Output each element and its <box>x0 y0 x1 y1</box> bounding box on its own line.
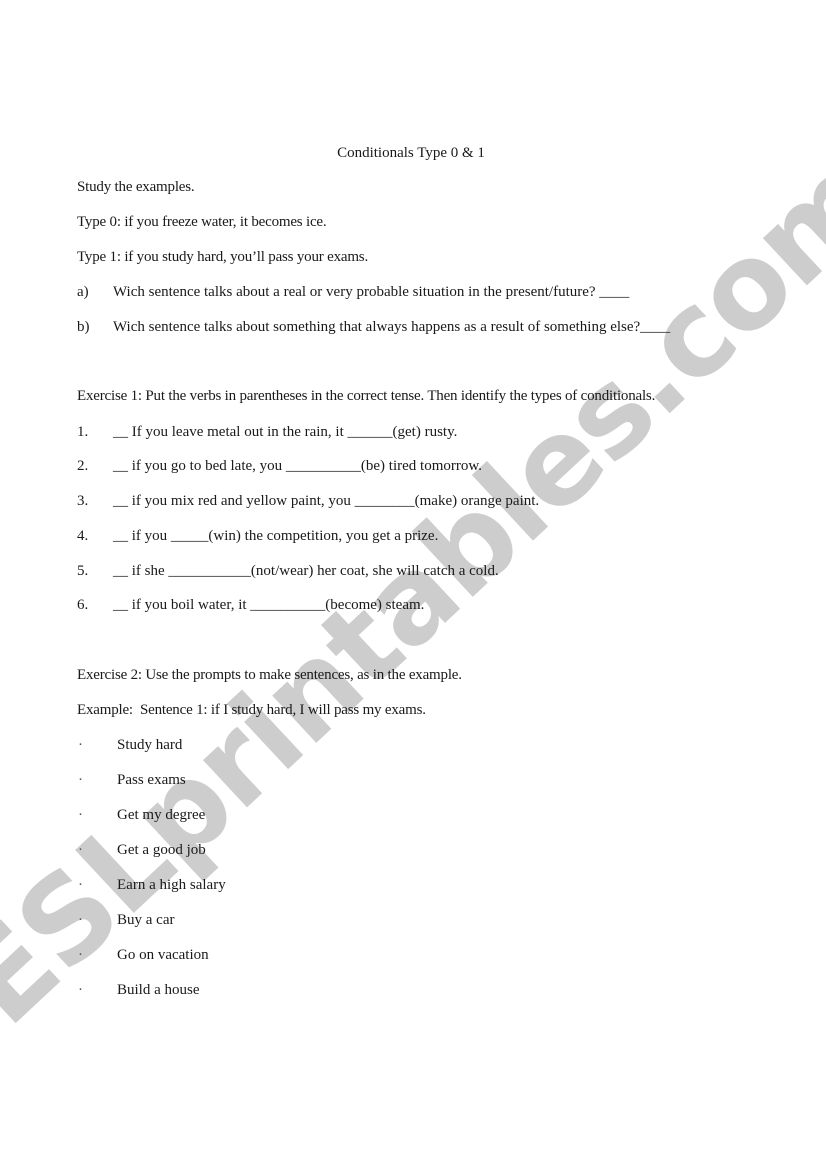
prompt-item: · Go on vacation <box>0 946 826 964</box>
prompt-text: Pass exams <box>117 772 186 788</box>
item-number: 4. <box>77 528 89 544</box>
worksheet-content: Conditionals Type 0 & 1 Study the exampl… <box>0 0 826 1169</box>
item-number: 6. <box>77 597 89 613</box>
question-b: b) Wich sentence talks about something t… <box>0 318 826 336</box>
bullet-icon: · <box>78 982 83 998</box>
bullet-icon: · <box>78 912 83 928</box>
intro-instruction: Study the examples. <box>77 179 195 195</box>
prompt-item: · Study hard <box>0 736 826 754</box>
exercise1-item: 5. __ if she ___________(not/wear) her c… <box>0 562 826 580</box>
item-text: __ if you mix red and yellow paint, you … <box>113 493 540 509</box>
prompt-text: Earn a high salary <box>117 877 226 893</box>
item-number: 5. <box>77 563 89 579</box>
item-text: __ if she ___________(not/wear) her coat… <box>113 563 499 579</box>
item-number: 2. <box>77 458 89 474</box>
item-text: __ if you go to bed late, you __________… <box>113 458 482 474</box>
prompt-item: · Get my degree <box>0 806 826 824</box>
exercise1-item: 4. __ if you _____(win) the competition,… <box>0 527 826 545</box>
question-text: Wich sentence talks about something that… <box>113 319 671 335</box>
prompt-item: · Build a house <box>0 981 826 999</box>
question-a: a) Wich sentence talks about a real or v… <box>0 283 826 301</box>
bullet-icon: · <box>78 737 83 753</box>
exercise1-item: 2. __ if you go to bed late, you _______… <box>0 457 826 475</box>
prompt-text: Go on vacation <box>117 947 209 963</box>
exercise1-heading: Exercise 1: Put the verbs in parentheses… <box>77 388 656 404</box>
question-text: Wich sentence talks about a real or very… <box>113 284 630 300</box>
prompt-text: Buy a car <box>117 912 175 928</box>
bullet-icon: · <box>78 772 83 788</box>
bullet-icon: · <box>78 842 83 858</box>
worksheet-page: ESLprintables.com Conditionals Type 0 & … <box>0 0 826 1169</box>
item-text: __ if you _____(win) the competition, yo… <box>113 528 439 544</box>
worksheet-title: Conditionals Type 0 & 1 <box>0 144 826 162</box>
bullet-icon: · <box>78 807 83 823</box>
exercise2-heading: Exercise 2: Use the prompts to make sent… <box>77 667 462 683</box>
type1-example: Type 1: if you study hard, you’ll pass y… <box>77 249 368 265</box>
question-label: b) <box>77 319 90 335</box>
exercise1-item: 3. __ if you mix red and yellow paint, y… <box>0 492 826 510</box>
prompt-text: Get my degree <box>117 807 206 823</box>
prompt-item: · Buy a car <box>0 911 826 929</box>
prompt-text: Study hard <box>117 737 183 753</box>
prompt-item: · Pass exams <box>0 771 826 789</box>
title-text: Conditionals Type 0 & 1 <box>337 145 485 161</box>
prompt-item: · Earn a high salary <box>0 876 826 894</box>
item-number: 3. <box>77 493 89 509</box>
question-label: a) <box>77 284 89 300</box>
exercise2-example: Example: Sentence 1: if I study hard, I … <box>77 702 426 718</box>
exercise1-item: 6. __ if you boil water, it __________(b… <box>0 596 826 614</box>
prompt-text: Get a good job <box>117 842 206 858</box>
item-number: 1. <box>77 424 89 440</box>
item-text: __ if you boil water, it __________(beco… <box>113 597 425 613</box>
item-text: __ If you leave metal out in the rain, i… <box>113 424 458 440</box>
exercise1-item: 1. __ If you leave metal out in the rain… <box>0 423 826 441</box>
prompt-item: · Get a good job <box>0 841 826 859</box>
bullet-icon: · <box>78 877 83 893</box>
prompt-text: Build a house <box>117 982 200 998</box>
bullet-icon: · <box>78 947 83 963</box>
type0-example: Type 0: if you freeze water, it becomes … <box>77 214 327 230</box>
